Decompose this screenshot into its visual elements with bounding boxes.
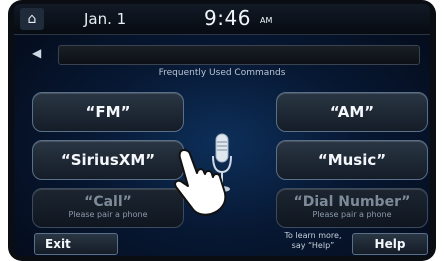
call-button[interactable]: “Call” Please pair a phone <box>32 188 184 228</box>
siriusxm-label: “SiriusXM” <box>60 151 156 169</box>
help-hint: To learn more, say “Help” <box>276 231 350 251</box>
call-sublabel: Please pair a phone <box>68 210 148 219</box>
fm-button[interactable]: “FM” <box>32 92 184 132</box>
help-hint-line1: To learn more, <box>284 231 342 240</box>
am-label: “AM” <box>329 103 375 121</box>
time-text: 9:46 <box>204 6 251 30</box>
help-button[interactable]: Help <box>352 233 428 255</box>
voice-command-screen: ⌂ Jan. 1 9:46 AM ◀ Frequently Used Comma… <box>14 4 430 256</box>
call-label: “Call” <box>84 194 132 210</box>
siriusxm-button[interactable]: “SiriusXM” <box>32 140 184 180</box>
music-label: “Music” <box>317 151 387 169</box>
music-button[interactable]: “Music” <box>276 140 428 180</box>
status-bar: ⌂ Jan. 1 9:46 AM <box>14 4 430 35</box>
home-icon[interactable]: ⌂ <box>20 8 44 30</box>
ampm-text: AM <box>260 16 273 25</box>
exit-button[interactable]: Exit <box>34 233 118 255</box>
dial-number-sublabel: Please pair a phone <box>312 210 392 219</box>
page-title: Frequently Used Commands <box>158 68 286 78</box>
footer-bar: Exit To learn more, say “Help” Help <box>14 230 430 256</box>
command-input-bar <box>58 45 420 65</box>
dial-number-button[interactable]: “Dial Number” Please pair a phone <box>276 188 428 228</box>
pointing-hand-icon <box>174 149 227 216</box>
date-text: Jan. 1 <box>84 10 127 28</box>
fm-label: “FM” <box>85 103 131 121</box>
am-button[interactable]: “AM” <box>276 92 428 132</box>
dial-number-label: “Dial Number” <box>293 194 411 210</box>
help-hint-line2: say “Help” <box>291 241 335 250</box>
speaker-icon: ◀ <box>32 46 42 60</box>
display-bezel: ⌂ Jan. 1 9:46 AM ◀ Frequently Used Comma… <box>8 0 436 261</box>
